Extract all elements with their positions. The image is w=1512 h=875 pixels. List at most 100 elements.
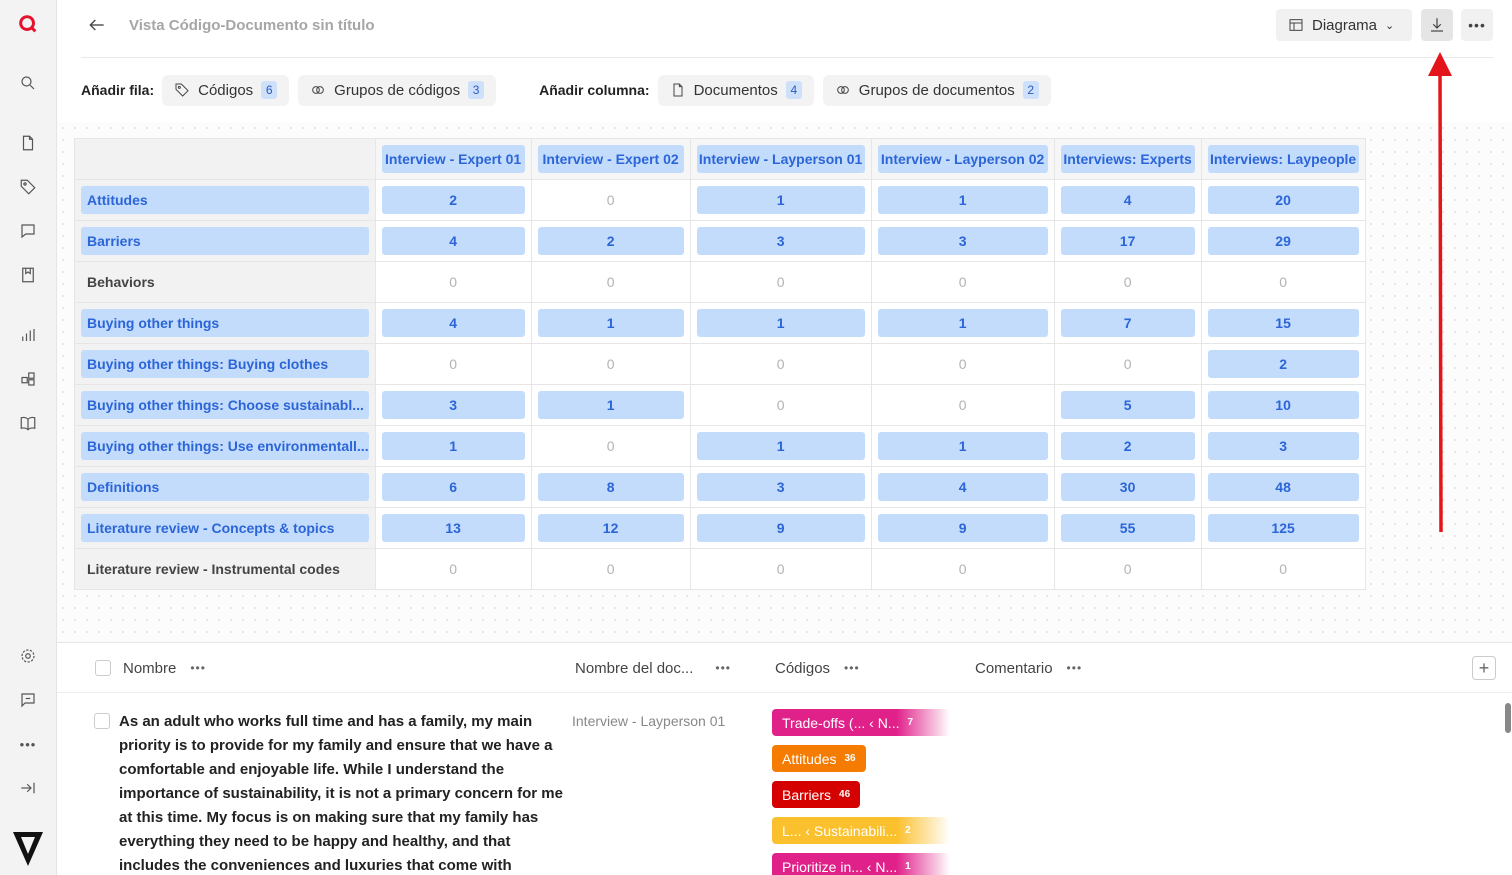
matrix-cell[interactable]: 0 xyxy=(870,261,1055,303)
matrix-column-header[interactable]: Interviews: Laypeople xyxy=(1200,138,1366,180)
row-checkbox[interactable] xyxy=(94,713,110,729)
matrix-cell[interactable]: 0 xyxy=(530,425,691,467)
matrix-cell[interactable]: 0 xyxy=(689,261,872,303)
matrix-cell[interactable]: 1 xyxy=(870,425,1055,467)
matrix-row-header[interactable]: Buying other things: Choose sustainabl..… xyxy=(74,384,376,426)
matrix-row-header[interactable]: Buying other things: Buying clothes xyxy=(74,343,376,385)
settings-gear-icon[interactable] xyxy=(16,644,40,668)
feedback-icon[interactable] xyxy=(16,688,40,712)
matrix-column-header[interactable]: Interviews: Experts xyxy=(1053,138,1202,180)
matrix-cell[interactable]: 0 xyxy=(1200,261,1366,303)
matrix-cell[interactable]: 1 xyxy=(374,425,532,467)
matrix-cell[interactable]: 1 xyxy=(530,384,691,426)
matrix-cell[interactable]: 4 xyxy=(374,220,532,262)
quotation-document-name[interactable]: Interview - Layperson 01 xyxy=(572,713,725,729)
matrix-cell[interactable]: 10 xyxy=(1200,384,1366,426)
select-all-checkbox[interactable] xyxy=(95,643,111,693)
matrix-row-header[interactable]: Buying other things xyxy=(74,302,376,344)
matrix-column-header[interactable]: Interview - Layperson 02 xyxy=(870,138,1055,180)
matrix-column-header[interactable]: Interview - Layperson 01 xyxy=(689,138,872,180)
matrix-cell[interactable]: 29 xyxy=(1200,220,1366,262)
matrix-cell[interactable]: 9 xyxy=(689,507,872,549)
matrix-cell[interactable]: 2 xyxy=(530,220,691,262)
quotation-text[interactable]: As an adult who works full time and has … xyxy=(119,710,564,875)
view-title[interactable]: Vista Código-Documento sin título xyxy=(129,17,375,34)
matrix-cell[interactable]: 15 xyxy=(1200,302,1366,344)
matrix-cell[interactable]: 3 xyxy=(689,466,872,508)
matrix-cell[interactable]: 13 xyxy=(374,507,532,549)
networks-icon[interactable] xyxy=(16,367,40,391)
matrix-cell[interactable]: 4 xyxy=(374,302,532,344)
matrix-cell[interactable]: 3 xyxy=(1200,425,1366,467)
more-menu-button[interactable]: ••• xyxy=(1461,9,1493,41)
code-tag[interactable]: Trade-offs (... ‹ N... 7 xyxy=(772,709,950,736)
matrix-cell[interactable]: 1 xyxy=(870,302,1055,344)
matrix-cell[interactable]: 0 xyxy=(689,548,872,590)
add-documents-chip[interactable]: Documentos 4 xyxy=(657,74,814,106)
download-button[interactable] xyxy=(1421,9,1453,41)
matrix-cell[interactable]: 1 xyxy=(689,425,872,467)
add-code-groups-chip[interactable]: Grupos de códigos 3 xyxy=(298,74,497,106)
app-logo-icon[interactable] xyxy=(16,12,40,36)
matrix-cell[interactable]: 55 xyxy=(1053,507,1202,549)
matrix-cell[interactable]: 0 xyxy=(530,548,691,590)
matrix-cell[interactable]: 4 xyxy=(1053,179,1202,221)
matrix-cell[interactable]: 5 xyxy=(1053,384,1202,426)
matrix-cell[interactable]: 0 xyxy=(530,179,691,221)
matrix-cell[interactable]: 0 xyxy=(530,343,691,385)
matrix-cell[interactable]: 6 xyxy=(374,466,532,508)
add-column-button[interactable]: + xyxy=(1472,656,1496,680)
matrix-cell[interactable]: 48 xyxy=(1200,466,1366,508)
add-codes-chip[interactable]: Códigos 6 xyxy=(162,74,290,106)
code-tag[interactable]: Attitudes 36 xyxy=(772,745,866,772)
matrix-cell[interactable]: 0 xyxy=(870,384,1055,426)
column-header-codes[interactable]: Códigos ••• xyxy=(775,643,860,693)
matrix-cell[interactable]: 1 xyxy=(530,302,691,344)
add-document-groups-chip[interactable]: Grupos de documentos 2 xyxy=(822,74,1051,106)
matrix-cell[interactable]: 0 xyxy=(870,343,1055,385)
matrix-cell[interactable]: 0 xyxy=(374,548,532,590)
matrix-cell[interactable]: 3 xyxy=(374,384,532,426)
code-tag[interactable]: L... ‹ Sustainabili... 2 xyxy=(772,817,950,844)
matrix-cell[interactable]: 1 xyxy=(689,179,872,221)
matrix-column-header[interactable]: Interview - Expert 01 xyxy=(374,138,532,180)
matrix-cell[interactable]: 20 xyxy=(1200,179,1366,221)
documents-icon[interactable] xyxy=(16,131,40,155)
collapse-sidebar-icon[interactable] xyxy=(16,776,40,800)
matrix-cell[interactable]: 0 xyxy=(1200,548,1366,590)
matrix-cell[interactable]: 0 xyxy=(374,261,532,303)
matrix-cell[interactable]: 30 xyxy=(1053,466,1202,508)
matrix-row-header[interactable]: Literature review - Instrumental codes xyxy=(74,548,376,590)
matrix-cell[interactable]: 0 xyxy=(1053,261,1202,303)
code-tag[interactable]: Prioritize in... ‹ N... 1 xyxy=(772,853,950,875)
matrix-cell[interactable]: 0 xyxy=(689,384,872,426)
matrix-cell[interactable]: 125 xyxy=(1200,507,1366,549)
matrix-row-header[interactable]: Behaviors xyxy=(74,261,376,303)
matrix-cell[interactable]: 3 xyxy=(870,220,1055,262)
scrollbar-thumb[interactable] xyxy=(1505,703,1511,733)
codes-tag-icon[interactable] xyxy=(16,175,40,199)
matrix-cell[interactable]: 0 xyxy=(374,343,532,385)
analysis-chart-icon[interactable] xyxy=(16,323,40,347)
view-mode-dropdown[interactable]: Diagrama ⌄ xyxy=(1276,9,1412,41)
matrix-cell[interactable]: 0 xyxy=(530,261,691,303)
matrix-cell[interactable]: 1 xyxy=(870,179,1055,221)
matrix-cell[interactable]: 1 xyxy=(689,302,872,344)
matrix-cell[interactable]: 0 xyxy=(689,343,872,385)
column-header-comment[interactable]: Comentario ••• xyxy=(975,643,1082,693)
matrix-cell[interactable]: 4 xyxy=(870,466,1055,508)
column-header-doc[interactable]: Nombre del doc... ••• xyxy=(575,643,731,693)
column-header-name[interactable]: Nombre ••• xyxy=(123,643,206,693)
matrix-row-header[interactable]: Barriers xyxy=(74,220,376,262)
column-options-icon[interactable]: ••• xyxy=(715,661,731,675)
matrix-cell[interactable]: 9 xyxy=(870,507,1055,549)
matrix-cell[interactable]: 2 xyxy=(1053,425,1202,467)
matrix-row-header[interactable]: Literature review - Concepts & topics xyxy=(74,507,376,549)
code-tag[interactable]: Barriers 46 xyxy=(772,781,861,808)
search-icon[interactable] xyxy=(16,71,40,95)
matrix-cell[interactable]: 2 xyxy=(374,179,532,221)
column-options-icon[interactable]: ••• xyxy=(844,661,860,675)
matrix-cell[interactable]: 12 xyxy=(530,507,691,549)
matrix-cell[interactable]: 0 xyxy=(870,548,1055,590)
matrix-cell[interactable]: 8 xyxy=(530,466,691,508)
